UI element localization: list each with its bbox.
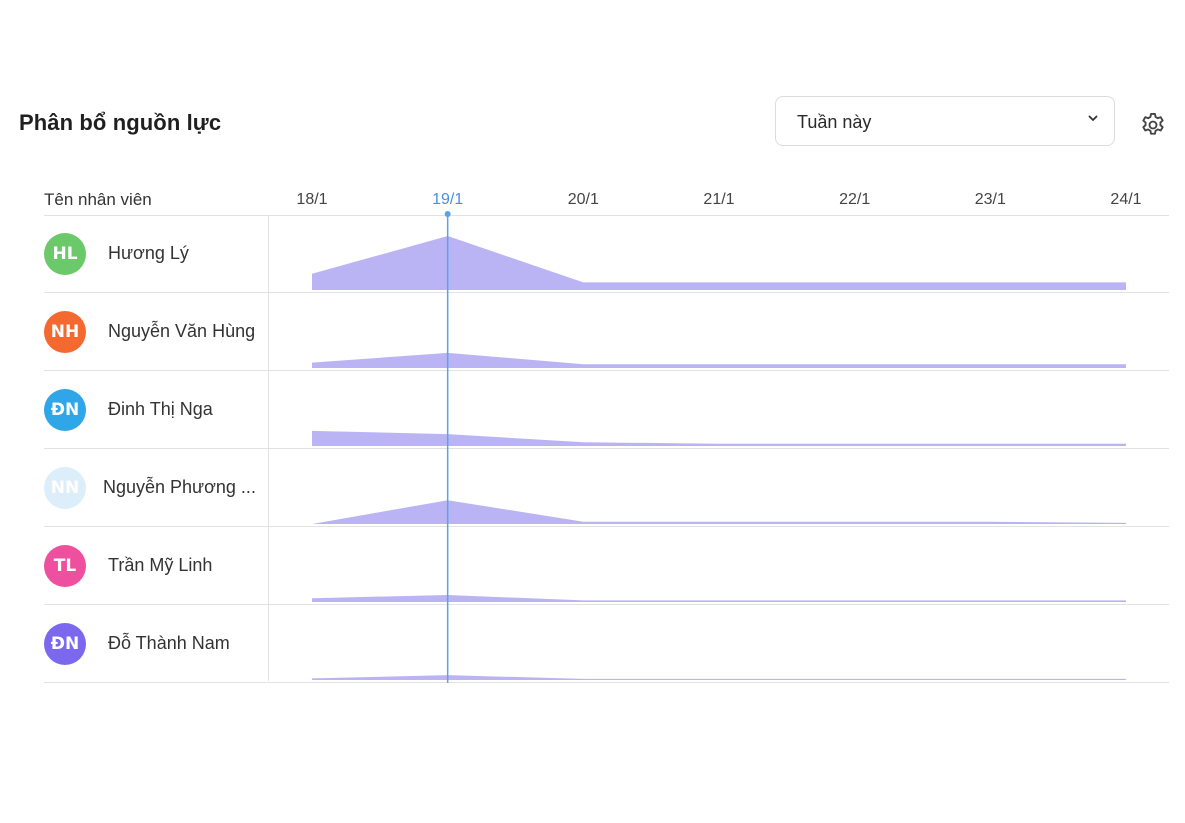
today-marker-dot <box>444 211 451 217</box>
load-area <box>312 430 1126 446</box>
load-area <box>312 352 1126 368</box>
resource-load-chart <box>312 211 1126 683</box>
load-area <box>312 236 1126 290</box>
load-area <box>312 675 1126 680</box>
load-area <box>312 595 1126 602</box>
load-area <box>312 500 1126 524</box>
